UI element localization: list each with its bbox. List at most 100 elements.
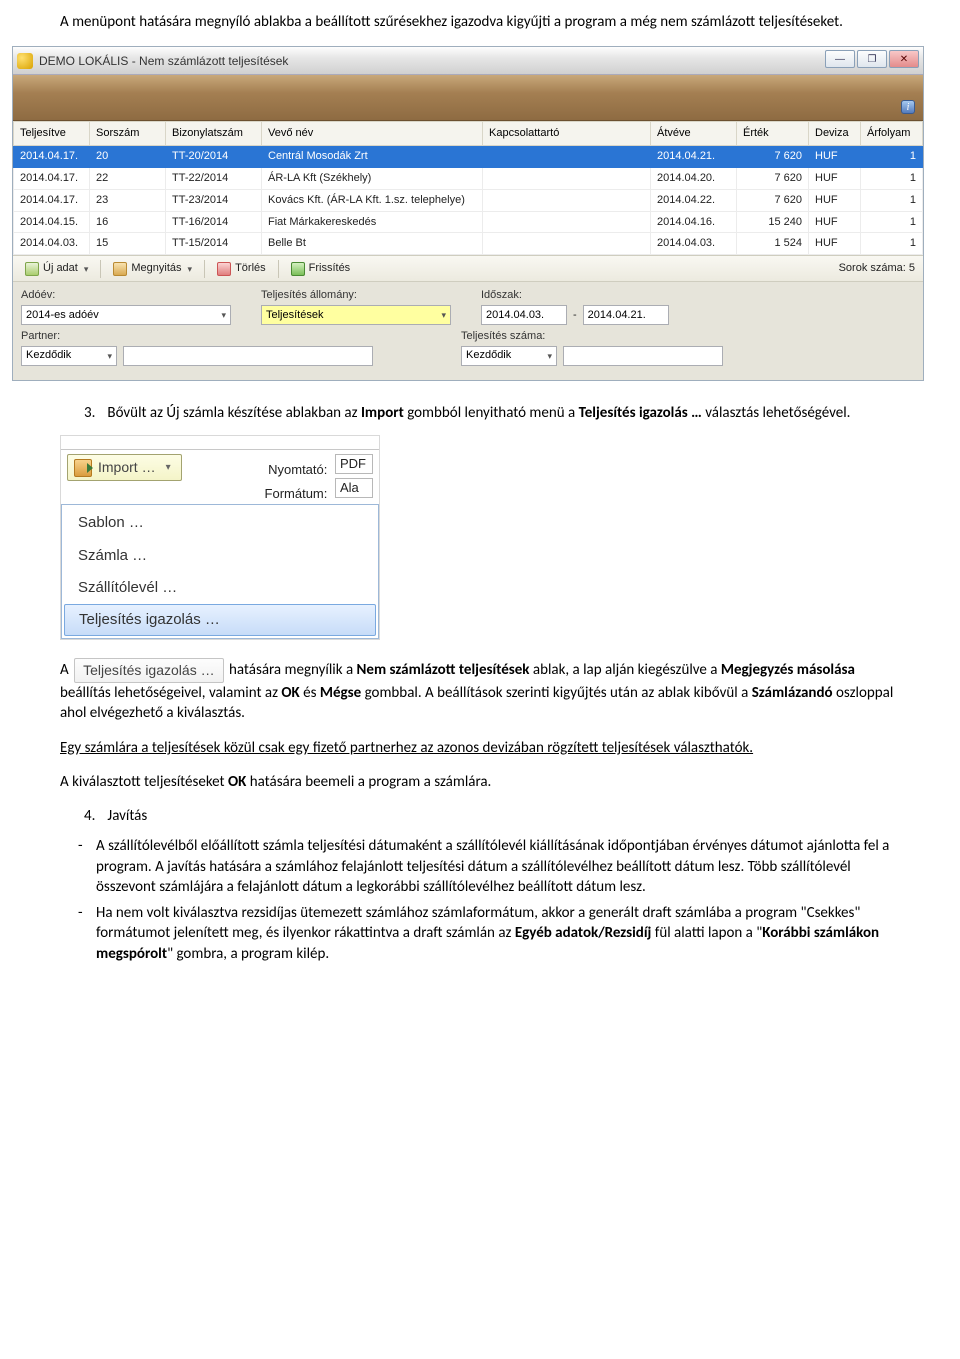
item4-label: Javítás — [107, 807, 147, 825]
partner-input[interactable] — [123, 346, 373, 366]
import-dropdown-menu: Sablon … Számla … Szállítólevél … Teljes… — [61, 504, 379, 639]
period-to-input[interactable]: 2014.04.21. — [583, 305, 669, 325]
import-icon — [74, 459, 92, 477]
list-number: 4. — [84, 806, 104, 826]
cell: 1 524 — [737, 233, 809, 255]
t-bold: Import — [361, 404, 404, 422]
printer-label: Nyomtató: — [247, 461, 327, 479]
snippet-top-border — [61, 436, 379, 450]
cell: 2014.04.17. — [14, 167, 90, 189]
col-header[interactable]: Sorszám — [90, 122, 166, 146]
cell: TT-22/2014 — [166, 167, 262, 189]
ribbon-bar: i — [13, 75, 923, 121]
cell: 7 620 — [737, 189, 809, 211]
cell: TT-15/2014 — [166, 233, 262, 255]
cell — [483, 233, 651, 255]
import-menu-snippet: Import … ▾ Nyomtató: PDF Formátum: Ala S… — [60, 435, 380, 640]
cell: HUF — [809, 167, 861, 189]
partner-mode-combo[interactable]: Kezdődik — [21, 346, 117, 366]
format-value[interactable]: Ala — [335, 478, 373, 498]
cell: 15 240 — [737, 211, 809, 233]
new-icon — [25, 262, 39, 276]
separator — [204, 260, 205, 278]
list-number: 3. — [84, 403, 104, 423]
menu-item-teljesites-igazolas[interactable]: Teljesítés igazolás … — [64, 604, 376, 636]
t-bold: Számlázandó — [752, 684, 833, 702]
cell: 2014.04.03. — [651, 233, 737, 255]
bullet1-text: A szállítólevélből előállított számla te… — [96, 837, 889, 896]
inline-button-teljesites-igazolas: Teljesítés igazolás … — [74, 658, 224, 683]
data-grid[interactable]: TeljesítveSorszámBizonylatszámVevő névKa… — [13, 121, 923, 255]
cell — [483, 146, 651, 168]
col-header[interactable]: Átvéve — [651, 122, 737, 146]
cell: 1 — [861, 167, 923, 189]
cell: 15 — [90, 233, 166, 255]
cell: Fiat Márkakereskedés — [262, 211, 483, 233]
new-button[interactable]: Új adat ▾ — [19, 259, 94, 278]
menu-item-szallitolevel[interactable]: Szállítólevél … — [62, 572, 378, 604]
t: gombbal. A beállítások szerinti kigyűjté… — [361, 684, 752, 702]
cell: 2014.04.03. — [14, 233, 90, 255]
minimize-button[interactable]: — — [825, 50, 855, 68]
delete-button[interactable]: Törlés — [211, 259, 272, 278]
info-icon[interactable]: i — [901, 100, 915, 114]
col-header[interactable]: Érték — [737, 122, 809, 146]
t: " gombra, a program kilép. — [167, 945, 329, 963]
cell: 7 620 — [737, 146, 809, 168]
cell: TT-23/2014 — [166, 189, 262, 211]
cell: 2014.04.22. — [651, 189, 737, 211]
table-row[interactable]: 2014.04.03.15TT-15/2014Belle Bt2014.04.0… — [14, 233, 923, 255]
dash: - — [78, 903, 96, 923]
cell: HUF — [809, 211, 861, 233]
list-item-4: 4. Javítás — [84, 806, 900, 826]
col-header[interactable]: Teljesítve — [14, 122, 90, 146]
maximize-button[interactable]: ❐ — [857, 50, 887, 68]
t: hatására megnyílik a — [229, 661, 357, 679]
printer-value[interactable]: PDF — [335, 454, 373, 474]
cell — [483, 211, 651, 233]
bullet-1: -A szállítólevélből előállított számla t… — [96, 836, 900, 897]
t-bold: OK — [281, 684, 299, 702]
delete-icon — [217, 262, 231, 276]
taxyear-combo[interactable]: 2014-es adóév — [21, 305, 231, 325]
paragraph-ok-import: A kiválasztott teljesítéseket OK hatásár… — [60, 772, 900, 792]
refresh-button[interactable]: Frissítés — [285, 259, 357, 278]
t-bold: Megjegyzés másolása — [721, 661, 855, 679]
t-bold: Egyéb adatok/Rezsidíj — [515, 924, 652, 942]
separator — [100, 260, 101, 278]
period-sep: - — [573, 308, 577, 323]
table-row[interactable]: 2014.04.17.23TT-23/2014Kovács Kft. (ÁR-L… — [14, 189, 923, 211]
col-header[interactable]: Kapcsolattartó — [483, 122, 651, 146]
period-from-input[interactable]: 2014.04.03. — [481, 305, 567, 325]
perf-number-input[interactable] — [563, 346, 723, 366]
col-header[interactable]: Vevő név — [262, 122, 483, 146]
table-row[interactable]: 2014.04.17.22TT-22/2014ÁR-LA Kft (Székhe… — [14, 167, 923, 189]
filter-zone: Adóév: 2014-es adóév Teljesítés állomány… — [13, 282, 923, 380]
cell: Belle Bt — [262, 233, 483, 255]
snippet-toolbar-row: Import … ▾ Nyomtató: PDF Formátum: Ala — [61, 450, 379, 504]
col-header[interactable]: Árfolyam — [861, 122, 923, 146]
t: fül alatti lapon a " — [651, 924, 762, 942]
window-title: DEMO LOKÁLIS - Nem számlázott teljesítés… — [39, 53, 288, 69]
menu-item-szamla[interactable]: Számla … — [62, 540, 378, 572]
paragraph-teljesites-igazolas: A Teljesítés igazolás … hatására megnyíl… — [60, 658, 900, 723]
close-button[interactable]: ✕ — [889, 50, 919, 68]
cell: HUF — [809, 233, 861, 255]
perf-file-combo[interactable]: Teljesítések — [261, 305, 451, 325]
format-label: Formátum: — [247, 485, 327, 503]
bullet-2: -Ha nem volt kiválasztva rezsidíjas ütem… — [96, 903, 900, 964]
col-header[interactable]: Deviza — [809, 122, 861, 146]
cell: 2014.04.20. — [651, 167, 737, 189]
menu-item-sablon[interactable]: Sablon … — [62, 507, 378, 539]
import-label: Import … — [98, 458, 156, 477]
col-header[interactable]: Bizonylatszám — [166, 122, 262, 146]
refresh-icon — [291, 262, 305, 276]
new-label: Új adat — [43, 261, 78, 276]
table-row[interactable]: 2014.04.15.16TT-16/2014Fiat Márkakereske… — [14, 211, 923, 233]
perf-number-mode-combo[interactable]: Kezdődik — [461, 346, 557, 366]
t-bold: Mégse — [320, 684, 361, 702]
table-row[interactable]: 2014.04.17.20TT-20/2014Centrál Mosodák Z… — [14, 146, 923, 168]
import-button[interactable]: Import … ▾ — [67, 454, 182, 481]
cell: 1 — [861, 211, 923, 233]
open-button[interactable]: Megnyitás ▾ — [107, 259, 198, 278]
